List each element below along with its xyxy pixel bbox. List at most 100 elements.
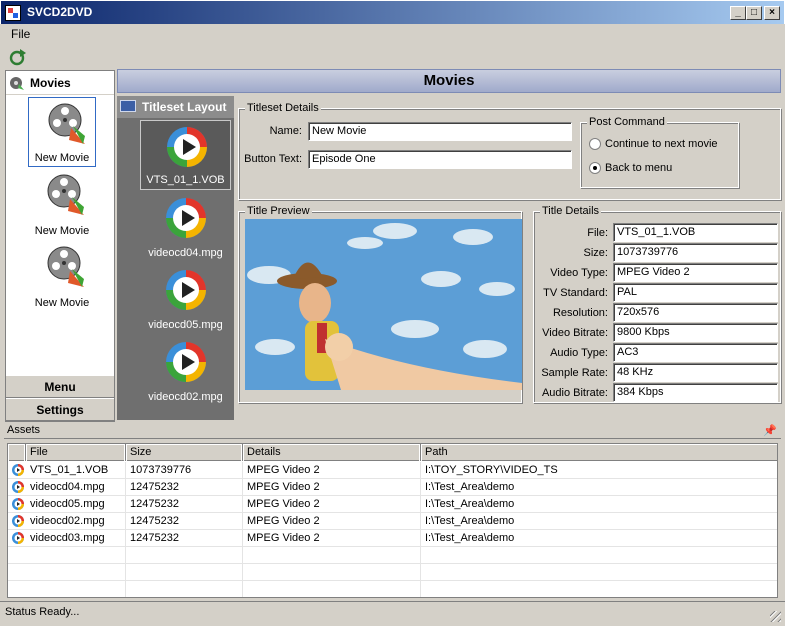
titleset-item[interactable]: videocd04.mpg [140, 192, 231, 262]
menu-file[interactable]: File [11, 27, 30, 41]
app-icon[interactable] [5, 5, 21, 21]
cell-size: 12475232 [126, 530, 243, 547]
title-bar[interactable]: SVCD2DVD _ □ × [0, 0, 785, 24]
video-type-field[interactable]: MPEG Video 2 [613, 263, 778, 282]
cell-file: videocd04.mpg [26, 479, 126, 496]
titleset-item[interactable]: videocd02.mpg [140, 336, 231, 406]
close-button[interactable]: × [764, 6, 780, 20]
sample-rate-field[interactable]: 48 KHz [613, 363, 778, 382]
file-field[interactable]: VTS_01_1.VOB [613, 223, 778, 242]
cell-path: I:\Test_Area\demo [421, 513, 777, 530]
continue-radio[interactable] [589, 138, 601, 150]
cell-details: MPEG Video 2 [243, 479, 421, 496]
continue-radio-label[interactable]: Continue to next movie [605, 138, 718, 150]
back-to-menu-radio-label[interactable]: Back to menu [605, 162, 672, 174]
film-reel-icon [47, 246, 84, 287]
media-play-icon [166, 270, 206, 310]
audio-type-label: Audio Type: [550, 347, 608, 359]
audio-bitrate-field[interactable]: 384 Kbps [613, 383, 778, 402]
title-preview-image [245, 219, 522, 390]
column-header-path[interactable]: Path [421, 444, 777, 461]
post-command-legend: Post Command [587, 116, 667, 128]
movie-label: New Movie [34, 225, 90, 237]
titleset-item-label: videocd04.mpg [148, 247, 223, 259]
button-text-input[interactable]: Episode One [308, 150, 572, 169]
title-details-group: Title Details File: VTS_01_1.VOB Size: 1… [533, 205, 781, 403]
icon-column-header [8, 444, 26, 461]
cell-size: 12475232 [126, 479, 243, 496]
size-field[interactable]: 1073739776 [613, 243, 778, 262]
table-row[interactable]: videocd05.mpg 12475232 MPEG Video 2 I:\T… [8, 496, 777, 513]
video-bitrate-field[interactable]: 9800 Kbps [613, 323, 778, 342]
toolbar [0, 44, 785, 68]
table-row[interactable]: videocd04.mpg 12475232 MPEG Video 2 I:\T… [8, 479, 777, 496]
table-row[interactable]: VTS_01_1.VOB 1073739776 MPEG Video 2 I:\… [8, 462, 777, 479]
media-play-icon [167, 127, 207, 167]
cell-file: videocd03.mpg [26, 530, 126, 547]
movies-nav-label: Movies [30, 76, 71, 90]
window-title: SVCD2DVD [27, 5, 93, 19]
movie-label: New Movie [34, 297, 90, 309]
tv-standard-field[interactable]: PAL [613, 283, 778, 302]
movies-nav-header[interactable]: Movies [6, 71, 114, 95]
audio-type-field[interactable]: AC3 [613, 343, 778, 362]
video-type-label: Video Type: [550, 267, 608, 279]
left-nav: Movies New Movie New Movie New Movie Men… [5, 70, 115, 422]
film-reel-icon [48, 103, 85, 144]
name-input[interactable]: New Movie [308, 122, 572, 141]
movie-tile[interactable]: New Movie [28, 169, 96, 239]
titleset-item-label: videocd05.mpg [148, 319, 223, 331]
menu-nav-button[interactable]: Menu [6, 375, 114, 398]
post-command-group: Post Command Continue to next movie Back… [580, 116, 739, 188]
size-label: Size: [583, 247, 608, 259]
assets-table[interactable]: File Size Details Path VTS_01_1.VOB 1073… [7, 443, 778, 598]
movie-tile[interactable]: New Movie [28, 241, 96, 311]
resolution-label: Resolution: [552, 307, 608, 319]
titleset-item-label: videocd02.mpg [148, 391, 223, 403]
title-preview-group: Title Preview [238, 205, 522, 403]
media-play-icon [166, 198, 206, 238]
file-label: File: [587, 227, 608, 239]
titleset-item[interactable]: VTS_01_1.VOB [140, 120, 231, 190]
minimize-button[interactable]: _ [730, 6, 746, 20]
video-file-icon [12, 532, 24, 544]
back-to-menu-radio[interactable] [589, 162, 601, 174]
cell-details: MPEG Video 2 [243, 530, 421, 547]
cell-details: MPEG Video 2 [243, 462, 421, 479]
video-file-icon [12, 515, 24, 527]
titleset-details-legend: Titleset Details [245, 102, 321, 114]
cell-path: I:\TOY_STORY\VIDEO_TS [421, 462, 777, 479]
cell-file: videocd02.mpg [26, 513, 126, 530]
title-details-legend: Title Details [540, 205, 602, 217]
resize-grip-icon[interactable] [770, 611, 781, 622]
audio-bitrate-label: Audio Bitrate: [541, 387, 608, 399]
resolution-field[interactable]: 720x576 [613, 303, 778, 322]
cell-file: videocd05.mpg [26, 496, 126, 513]
cell-details: MPEG Video 2 [243, 496, 421, 513]
video-file-icon [12, 464, 24, 476]
table-header: File Size Details Path [8, 444, 777, 461]
media-play-icon [166, 342, 206, 382]
cell-size: 1073739776 [126, 462, 243, 479]
column-header-details[interactable]: Details [243, 444, 421, 461]
filmstrip-icon [120, 100, 136, 112]
table-row[interactable]: videocd02.mpg 12475232 MPEG Video 2 I:\T… [8, 513, 777, 530]
table-row-empty [8, 581, 777, 597]
title-preview-legend: Title Preview [245, 205, 312, 217]
cell-file: VTS_01_1.VOB [26, 462, 126, 479]
refresh-icon[interactable] [7, 47, 29, 67]
column-header-file[interactable]: File [26, 444, 126, 461]
video-file-icon [12, 498, 24, 510]
cell-path: I:\Test_Area\demo [421, 530, 777, 547]
sample-rate-label: Sample Rate: [541, 367, 608, 379]
video-file-icon [12, 481, 24, 493]
titleset-item[interactable]: videocd05.mpg [140, 264, 231, 334]
pin-icon[interactable]: 📌 [763, 424, 777, 437]
column-header-size[interactable]: Size [126, 444, 243, 461]
maximize-button[interactable]: □ [746, 6, 762, 20]
page-title: Movies [117, 69, 781, 93]
settings-nav-button[interactable]: Settings [6, 398, 114, 421]
table-row[interactable]: videocd03.mpg 12475232 MPEG Video 2 I:\T… [8, 530, 777, 547]
name-label: Name: [269, 125, 302, 137]
movie-tile[interactable]: New Movie [28, 97, 96, 167]
